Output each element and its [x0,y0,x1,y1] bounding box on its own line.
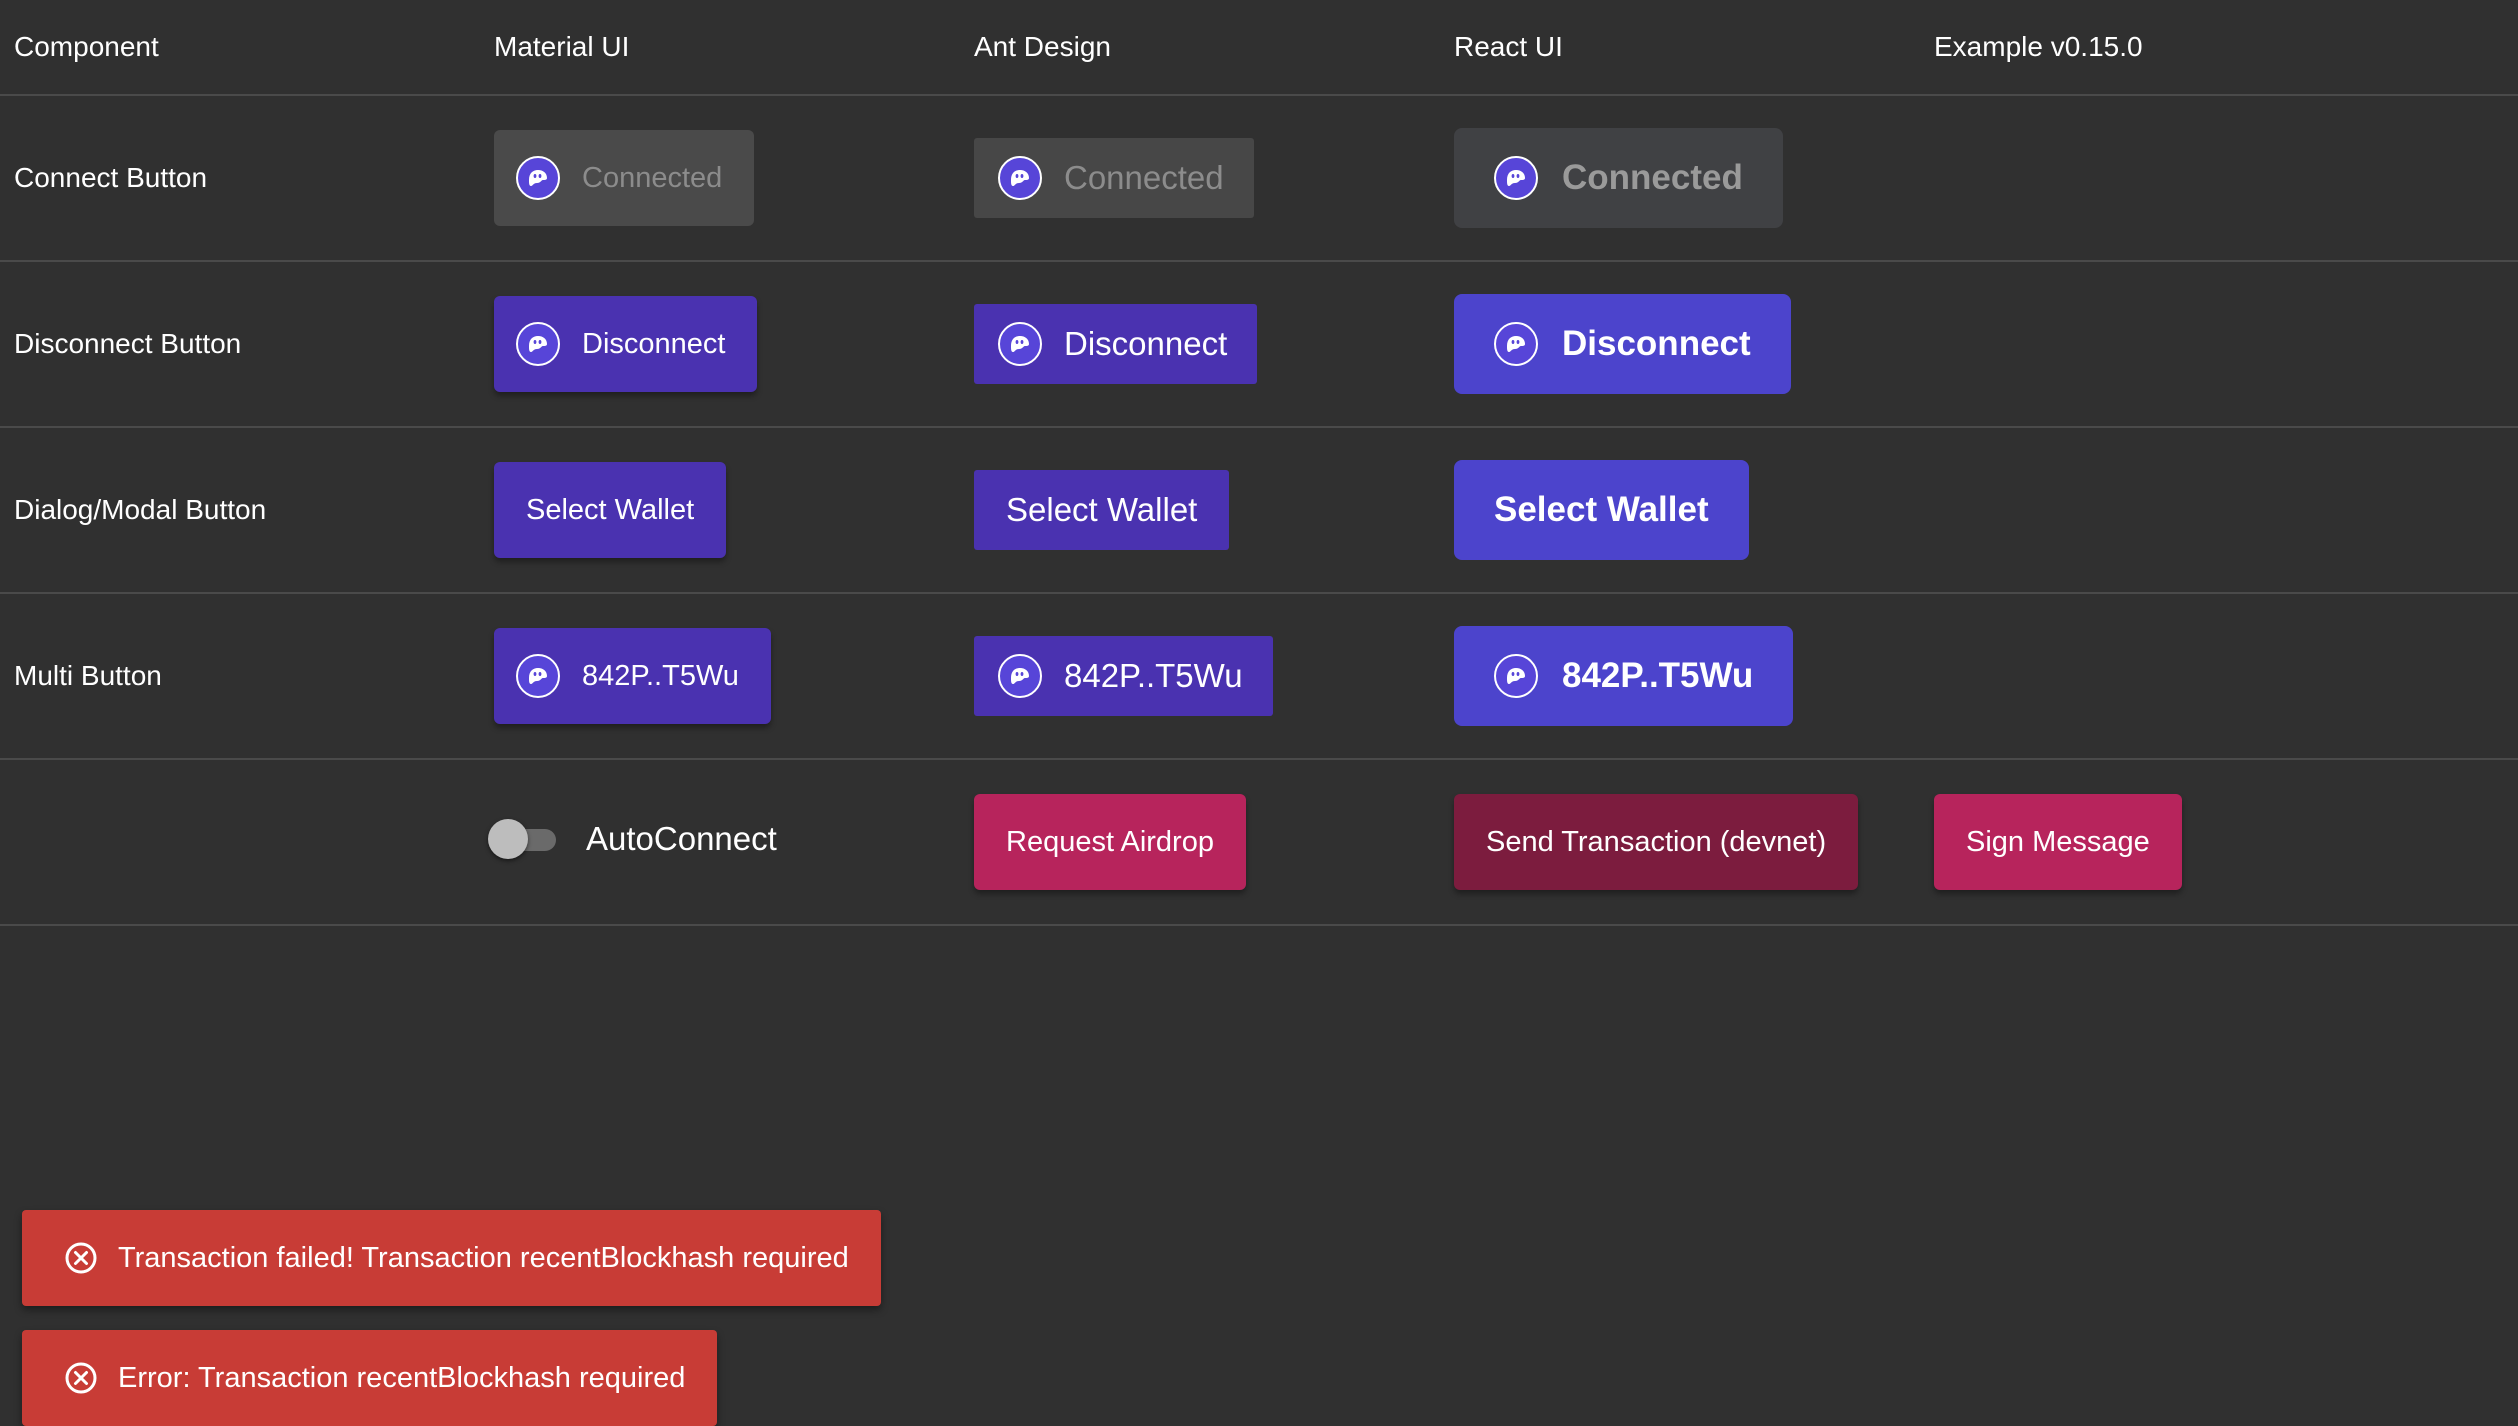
cell-example-multi [1920,593,2518,760]
phantom-wallet-icon [998,322,1042,366]
ant-select-wallet-label: Select Wallet [1006,491,1198,528]
phantom-wallet-icon [1494,156,1538,200]
cell-mui-disconnect: Disconnect [480,261,960,428]
ant-multi-button[interactable]: 842P..T5Wu [974,636,1273,716]
row-label-multi: Multi Button [0,593,480,760]
row-label-disconnect: Disconnect Button [0,261,480,428]
row-label-dialog: Dialog/Modal Button [0,427,480,594]
header-component: Component [0,0,480,96]
notification-message: Error: Transaction recentBlockhash requi… [118,1361,686,1394]
header-material-ui: Material UI [480,0,960,96]
table-row-multi: Multi Button 842P..T5Wu 842P..T5Wu 842P.… [0,593,2518,760]
row-label-actions [0,759,480,926]
cell-mui-multi: 842P..T5Wu [480,593,960,760]
cell-rui-disconnect: Disconnect [1440,261,1920,428]
phantom-wallet-icon [516,322,560,366]
error-notification[interactable]: Transaction failed! Transaction recentBl… [22,1210,881,1306]
mui-disconnect-label: Disconnect [582,327,726,360]
error-circle-icon [65,1362,97,1394]
ant-connect-label: Connected [1064,159,1224,196]
cell-rui-dialog: Select Wallet [1440,427,1920,594]
cell-ant-connect: Connected [960,95,1440,262]
cell-ant-disconnect: Disconnect [960,261,1440,428]
component-comparison-table: Component Material UI Ant Design React U… [0,0,2518,926]
phantom-wallet-icon [1494,322,1538,366]
request-airdrop-label: Request Airdrop [1006,825,1214,858]
mui-multi-address: 842P..T5Wu [582,659,739,692]
cell-ant-dialog: Select Wallet [960,427,1440,594]
cell-rui-connect: Connected [1440,95,1920,262]
notification-message: Transaction failed! Transaction recentBl… [118,1241,849,1274]
mui-multi-button[interactable]: 842P..T5Wu [494,628,771,724]
rui-multi-button[interactable]: 842P..T5Wu [1454,626,1794,726]
sign-message-button[interactable]: Sign Message [1934,794,2182,890]
cell-example-dialog [1920,427,2518,594]
rui-select-wallet-button[interactable]: Select Wallet [1454,460,1749,560]
cell-request-airdrop: Request Airdrop [960,759,1440,926]
send-transaction-button[interactable]: Send Transaction (devnet) [1454,794,1859,890]
row-label-connect: Connect Button [0,95,480,262]
ant-disconnect-button[interactable]: Disconnect [974,304,1258,384]
phantom-wallet-icon [998,156,1042,200]
table-row-disconnect: Disconnect Button Disconnect Disconnect [0,261,2518,428]
request-airdrop-button[interactable]: Request Airdrop [974,794,1246,890]
sign-message-label: Sign Message [1966,825,2150,858]
mui-connect-button[interactable]: Connected [494,130,755,226]
header-row: Component Material UI Ant Design React U… [0,0,2518,96]
table-row-dialog: Dialog/Modal Button Select Wallet Select… [0,427,2518,594]
cell-rui-multi: 842P..T5Wu [1440,593,1920,760]
mui-connect-label: Connected [582,161,723,194]
cell-mui-connect: Connected [480,95,960,262]
rui-disconnect-button[interactable]: Disconnect [1454,294,1791,394]
rui-disconnect-label: Disconnect [1562,324,1751,363]
autoconnect-control[interactable]: AutoConnect [488,818,777,859]
cell-send-transaction: Send Transaction (devnet) [1440,759,1920,926]
table-row-actions: AutoConnect Request Airdrop Send Transac… [0,759,2518,926]
send-transaction-label: Send Transaction (devnet) [1486,825,1827,858]
rui-connect-label: Connected [1562,158,1743,197]
mui-select-wallet-button[interactable]: Select Wallet [494,462,727,558]
mui-disconnect-button[interactable]: Disconnect [494,296,758,392]
error-circle-icon [65,1242,97,1274]
mui-select-wallet-label: Select Wallet [526,493,695,526]
error-notification[interactable]: Error: Transaction recentBlockhash requi… [22,1330,718,1426]
ant-connect-button[interactable]: Connected [974,138,1254,218]
table-row-connect: Connect Button Connected Connected Conne… [0,95,2518,262]
cell-mui-dialog: Select Wallet [480,427,960,594]
cell-example-connect [1920,95,2518,262]
phantom-wallet-icon [1494,654,1538,698]
header-react-ui: React UI [1440,0,1920,96]
phantom-wallet-icon [516,654,560,698]
rui-select-wallet-label: Select Wallet [1494,490,1709,529]
rui-connect-button[interactable]: Connected [1454,128,1783,228]
rui-multi-address: 842P..T5Wu [1562,656,1754,695]
autoconnect-switch[interactable] [488,818,560,859]
header-example-version: Example v0.15.0 [1920,0,2518,96]
cell-autoconnect: AutoConnect [480,759,960,926]
ant-multi-address: 842P..T5Wu [1064,657,1243,694]
cell-ant-multi: 842P..T5Wu [960,593,1440,760]
header-ant-design: Ant Design [960,0,1440,96]
ant-select-wallet-button[interactable]: Select Wallet [974,470,1230,550]
cell-example-disconnect [1920,261,2518,428]
ant-disconnect-label: Disconnect [1064,325,1228,362]
switch-thumb [488,818,528,859]
phantom-wallet-icon [998,654,1042,698]
phantom-wallet-icon [516,156,560,200]
autoconnect-label: AutoConnect [586,819,777,857]
cell-sign-message: Sign Message [1920,759,2518,926]
